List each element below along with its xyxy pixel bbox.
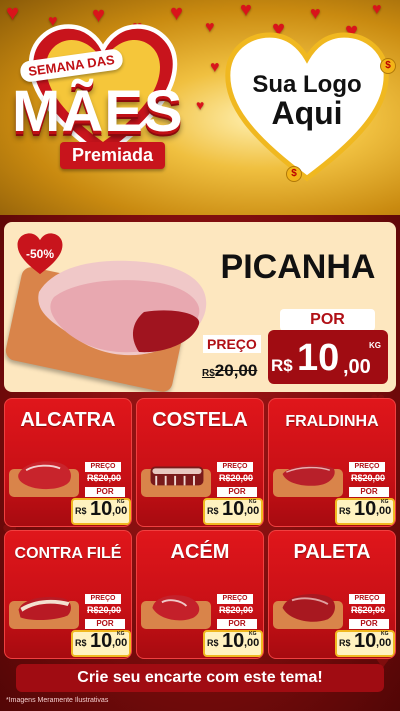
feature-price-decimal: ,00 xyxy=(343,356,371,378)
product-name: ACÉM xyxy=(170,541,230,563)
price-integer: 10 xyxy=(90,630,113,652)
price-unit: KG xyxy=(381,631,389,637)
contra-file-meat-image xyxy=(18,597,71,620)
por-label: POR xyxy=(217,619,257,629)
logo-line-2: Aqui xyxy=(271,95,343,132)
price-decimal: ,00 xyxy=(112,637,128,649)
logo-placeholder: Sua Logo Aqui xyxy=(222,72,392,131)
price-integer: 10 xyxy=(354,630,377,652)
price-integer: 10 xyxy=(354,498,377,520)
old-amount: 20,00 xyxy=(214,361,258,380)
currency: R$ xyxy=(75,506,87,516)
product-card[interactable]: COSTELA PREÇO R$20,00 POR R$ 10,00 KG xyxy=(136,398,264,527)
por-label: POR xyxy=(349,619,389,629)
product-name: CONTRA FILÉ xyxy=(14,545,122,562)
preco-label: PREÇO xyxy=(85,462,121,472)
por-label: POR xyxy=(217,487,257,497)
product-card[interactable]: FRALDINHA PREÇO R$20,00 POR R$ 10,00 KG xyxy=(268,398,396,527)
heart-decoration-icon: ♥ xyxy=(205,19,215,36)
price-decimal: ,00 xyxy=(112,505,128,517)
premiada-label: Premiada xyxy=(60,142,166,169)
product-card[interactable]: ACÉM PREÇO R$20,00 POR R$ 10,00 KG xyxy=(136,530,264,659)
preco-label: PREÇO xyxy=(349,462,385,472)
paleta-meat-image xyxy=(282,594,335,622)
product-name: COSTELA xyxy=(152,409,248,431)
product-card[interactable]: PALETA PREÇO R$20,00 POR R$ 10,00 KG xyxy=(268,530,396,659)
price-decimal: ,00 xyxy=(244,637,260,649)
old-currency: R$ xyxy=(202,368,215,379)
preco-label: PREÇO xyxy=(217,594,253,604)
cta-banner[interactable]: Crie seu encarte com este tema! xyxy=(16,664,384,692)
acem-meat-image xyxy=(152,595,200,621)
price-integer: 10 xyxy=(90,498,113,520)
flyer-page: ♥ ♥ ♥ ♥ ♥ ♥ ♥ ♥ ♥ ♥ ♥ ♥ ♥ SEMANA DAS MÃE… xyxy=(0,0,400,711)
feature-old-price: R$20,00 xyxy=(202,361,257,381)
fraldinha-meat-image xyxy=(282,465,335,486)
heart-decoration-icon: ♥ xyxy=(6,0,20,25)
old-price: R$20,00 xyxy=(87,605,122,615)
heart-decoration-icon: ♥ xyxy=(310,3,321,23)
price-unit: KG xyxy=(381,499,389,505)
preco-label: PREÇO xyxy=(349,594,385,604)
por-label: POR xyxy=(349,487,389,497)
por-label: POR xyxy=(85,619,125,629)
price-decimal: ,00 xyxy=(376,505,392,517)
currency: R$ xyxy=(75,638,87,648)
feature-currency: R$ xyxy=(271,356,293,375)
price-decimal: ,00 xyxy=(376,637,392,649)
price-unit: KG xyxy=(249,499,257,505)
price-integer: 10 xyxy=(222,498,245,520)
heart-decoration-icon: ♥ xyxy=(372,1,382,18)
feature-price-integer: 10 xyxy=(297,337,340,379)
preco-label: PREÇO xyxy=(85,594,121,604)
product-name: ALCATRA xyxy=(20,409,116,431)
heart-decoration-icon: ♥ xyxy=(210,59,220,76)
currency: R$ xyxy=(207,638,219,648)
old-price: R$20,00 xyxy=(87,473,122,483)
heart-decoration-icon: ♥ xyxy=(170,0,184,25)
product-name: PALETA xyxy=(293,541,371,563)
discount-badge: -50% xyxy=(25,247,54,261)
header-banner: ♥ ♥ ♥ ♥ ♥ ♥ ♥ ♥ ♥ ♥ ♥ ♥ ♥ SEMANA DAS MÃE… xyxy=(0,0,400,215)
old-price: R$20,00 xyxy=(219,605,254,615)
coin-icon: $ xyxy=(380,58,396,74)
currency: R$ xyxy=(339,638,351,648)
product-card[interactable]: ALCATRA PREÇO R$20,00 POR R$ 10,00 KG xyxy=(4,398,132,527)
logo-line-1: Sua Logo xyxy=(252,71,362,98)
price-integer: 10 xyxy=(222,630,245,652)
price-unit: KG xyxy=(117,631,125,637)
product-name: FRALDINHA xyxy=(285,413,379,430)
old-price: R$20,00 xyxy=(351,473,386,483)
feature-price-unit: KG xyxy=(369,341,381,350)
price-unit: KG xyxy=(249,631,257,637)
feature-preco-label: PREÇO xyxy=(203,335,261,353)
heart-decoration-icon: ♥ xyxy=(196,97,205,113)
feature-product-name: PICANHA xyxy=(220,248,376,286)
alcatra-meat-image xyxy=(18,461,71,490)
por-label: POR xyxy=(85,487,125,497)
disclaimer-text: *Imagens Meramente Ilustrativas xyxy=(6,697,109,704)
product-card[interactable]: CONTRA FILÉ PREÇO R$20,00 POR R$ 10,00 KG xyxy=(4,530,132,659)
old-price: R$20,00 xyxy=(219,473,254,483)
old-price: R$20,00 xyxy=(351,605,386,615)
costela-meat-image xyxy=(150,466,204,486)
feature-por-label: POR xyxy=(280,309,375,331)
preco-label: PREÇO xyxy=(217,462,253,472)
price-decimal: ,00 xyxy=(244,505,260,517)
heart-decoration-icon: ♥ xyxy=(240,0,252,21)
currency: R$ xyxy=(339,506,351,516)
currency: R$ xyxy=(207,506,219,516)
maes-title: MÃES xyxy=(12,79,184,144)
coin-icon: $ xyxy=(286,166,302,182)
price-unit: KG xyxy=(117,499,125,505)
